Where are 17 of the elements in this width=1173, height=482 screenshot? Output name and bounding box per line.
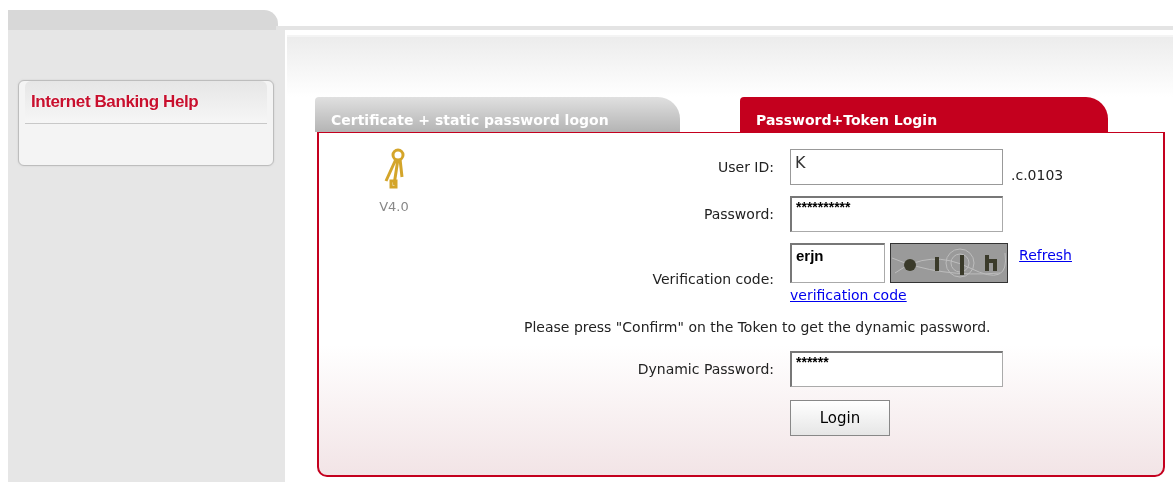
password-field[interactable]: ****** bbox=[790, 351, 1003, 387]
field-label: Verification code: bbox=[651, 270, 774, 287]
version-label: V4.0 bbox=[379, 199, 409, 214]
token-instruction: Please press "Confirm" on the Token to get the dynamic password. bbox=[523, 319, 992, 335]
field-label: User ID: bbox=[717, 159, 774, 175]
help-title: Internet Banking Help bbox=[31, 92, 199, 112]
field-label: Dynamic Password: bbox=[636, 361, 774, 377]
field-label: Password: bbox=[702, 206, 774, 222]
password-field[interactable]: ********** bbox=[790, 196, 1003, 232]
login-button[interactable]: Login bbox=[790, 400, 890, 436]
refresh-captcha-link[interactable]: verification code bbox=[790, 283, 1090, 307]
refresh-captcha-link[interactable]: Refresh bbox=[1019, 247, 1072, 263]
user-id-field[interactable]: K bbox=[790, 149, 1003, 185]
keys-icon bbox=[382, 147, 406, 189]
user-id-suffix: .c.0103 bbox=[1011, 167, 1064, 183]
verification-field[interactable]: erjn bbox=[790, 243, 885, 283]
login-tab[interactable]: Password+Token Login bbox=[740, 97, 1108, 132]
